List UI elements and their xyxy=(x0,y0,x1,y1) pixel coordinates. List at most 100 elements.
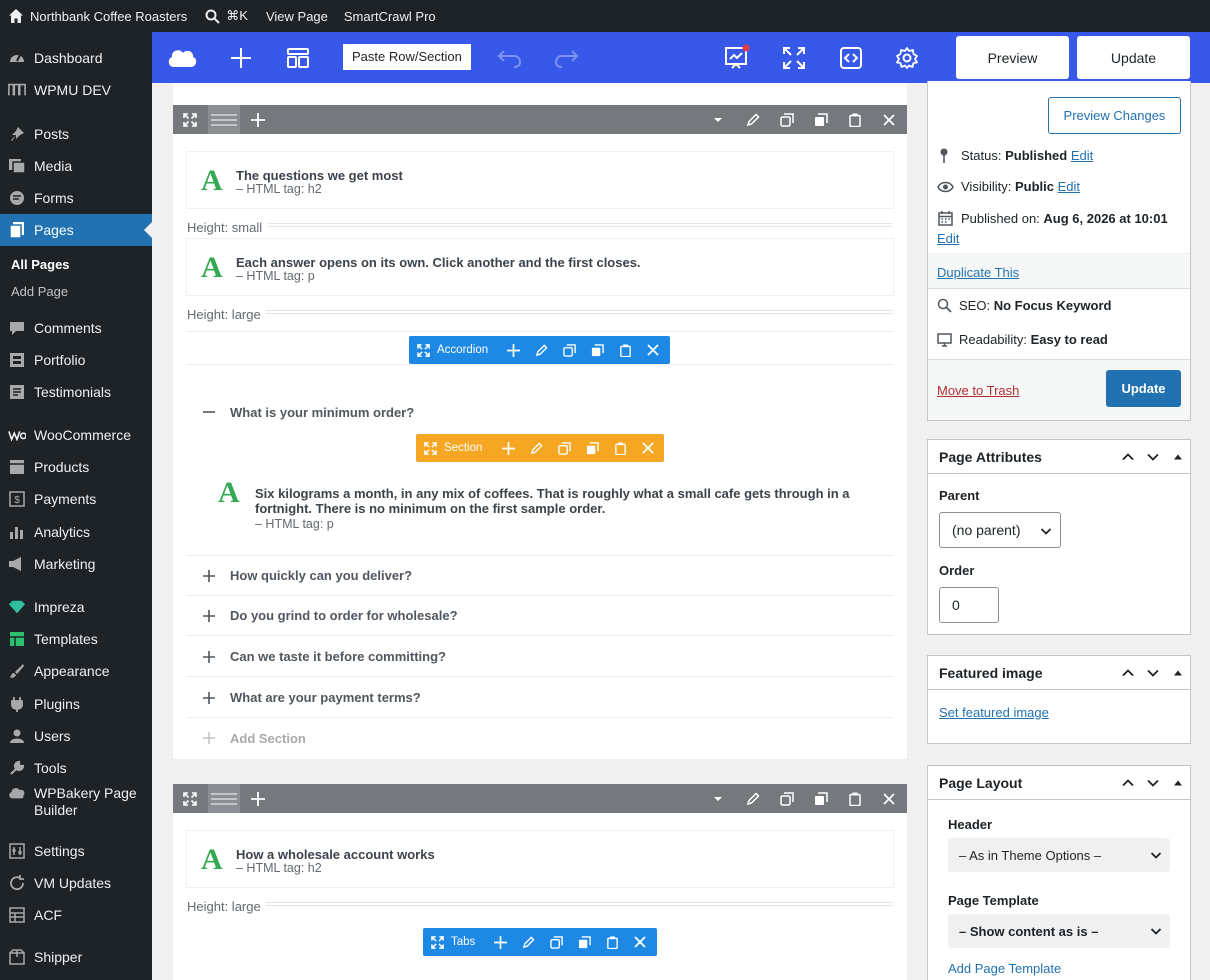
paste-accordion-icon[interactable] xyxy=(611,336,639,364)
answer-text-element[interactable]: A Six kilograms a month, in any mix of c… xyxy=(206,476,876,540)
move-up-icon[interactable] xyxy=(1121,776,1135,790)
toggle-row-icon[interactable] xyxy=(703,784,733,813)
custom-heading-element[interactable]: A How a wholesale account works – HTML t… xyxy=(187,831,893,887)
paste-row-icon[interactable] xyxy=(840,105,870,134)
toggle-row-icon[interactable] xyxy=(703,105,733,134)
edit-visibility-link[interactable]: Edit xyxy=(1058,179,1080,194)
add-element-in-section-icon[interactable] xyxy=(494,434,522,462)
copy-row-icon[interactable] xyxy=(806,105,836,134)
update-publish-button[interactable]: Update xyxy=(1106,370,1181,407)
sidebar-item-posts[interactable]: Posts xyxy=(0,118,152,150)
sidebar-item-tools[interactable]: Tools xyxy=(0,752,152,784)
clone-accordion-icon[interactable] xyxy=(555,336,583,364)
sidebar-item-plugins[interactable]: Plugins xyxy=(0,688,152,720)
sidebar-item-users[interactable]: Users xyxy=(0,720,152,752)
submenu-all-pages[interactable]: All Pages xyxy=(11,257,70,272)
undo-icon[interactable] xyxy=(494,42,526,74)
move-up-icon[interactable] xyxy=(1121,450,1135,464)
accordion-section-header[interactable]: What are your payment terms? xyxy=(187,678,893,718)
move-row-icon[interactable] xyxy=(175,105,205,134)
view-page-link[interactable]: View Page xyxy=(259,0,335,32)
preview-button[interactable]: Preview xyxy=(956,36,1069,79)
delete-accordion-icon[interactable] xyxy=(639,336,667,364)
sidebar-item-templates[interactable]: Templates xyxy=(0,623,152,655)
set-featured-image-link[interactable]: Set featured image xyxy=(939,705,1049,720)
sidebar-item-wpbakery-page-builder[interactable]: WPBakery Page Builder xyxy=(0,784,152,820)
sidebar-item-forms[interactable]: Forms xyxy=(0,182,152,214)
accordion-section-header[interactable]: How quickly can you deliver? xyxy=(187,556,893,596)
add-element-icon[interactable] xyxy=(225,42,257,74)
edit-section-icon[interactable] xyxy=(522,434,550,462)
edit-status-link[interactable]: Edit xyxy=(1071,148,1093,163)
move-down-icon[interactable] xyxy=(1146,450,1160,464)
edit-accordion-icon[interactable] xyxy=(527,336,555,364)
sidebar-item-portfolio[interactable]: Portfolio xyxy=(0,344,152,376)
row-layout-icon[interactable] xyxy=(208,105,240,134)
copy-row-icon[interactable] xyxy=(806,784,836,813)
move-accordion-icon[interactable] xyxy=(409,336,437,364)
sidebar-item-settings[interactable]: Settings xyxy=(0,835,152,867)
add-section-button[interactable]: Add Section xyxy=(187,718,893,758)
accordion-section-header[interactable]: Do you grind to order for wholesale? xyxy=(187,596,893,636)
paste-row-icon[interactable] xyxy=(840,784,870,813)
templates-icon[interactable] xyxy=(282,42,314,74)
edit-date-link[interactable]: Edit xyxy=(937,231,959,246)
code-icon[interactable] xyxy=(835,42,867,74)
site-name-link[interactable]: Northbank Coffee Roasters xyxy=(0,0,194,32)
gear-icon[interactable] xyxy=(891,42,923,74)
collapse-triangle-icon[interactable] xyxy=(1172,450,1186,464)
sidebar-item-shipper[interactable]: Shipper xyxy=(0,941,152,973)
sidebar-item-acf[interactable]: ACF xyxy=(0,899,152,931)
page-layout-header[interactable]: Page Layout xyxy=(928,766,1190,800)
delete-row-icon[interactable] xyxy=(874,105,904,134)
sidebar-item-woocommerce[interactable]: WooCommerce xyxy=(0,419,152,451)
sidebar-item-dashboard[interactable]: Dashboard xyxy=(0,42,152,74)
sidebar-item-testimonials[interactable]: Testimonials xyxy=(0,376,152,408)
clone-row-icon[interactable] xyxy=(772,784,802,813)
smartcrawl-link[interactable]: SmartCrawl Pro xyxy=(337,0,443,32)
duplicate-link[interactable]: Duplicate This xyxy=(937,265,1019,280)
move-down-icon[interactable] xyxy=(1146,666,1160,680)
sidebar-item-media[interactable]: Media xyxy=(0,150,152,182)
paste-section-icon[interactable] xyxy=(606,434,634,462)
copy-tabs-icon[interactable] xyxy=(570,928,598,956)
move-to-trash-link[interactable]: Move to Trash xyxy=(937,383,1019,398)
search-shortcut[interactable]: ⌘K xyxy=(198,0,255,32)
seo-chart-icon[interactable] xyxy=(721,42,753,74)
clone-row-icon[interactable] xyxy=(772,105,802,134)
paste-tabs-icon[interactable] xyxy=(598,928,626,956)
move-up-icon[interactable] xyxy=(1121,666,1135,680)
sidebar-item-impreza[interactable]: Impreza xyxy=(0,591,152,623)
add-column-icon[interactable] xyxy=(243,784,273,813)
delete-section-icon[interactable] xyxy=(634,434,662,462)
edit-row-icon[interactable] xyxy=(738,105,768,134)
sidebar-item-pages[interactable]: Pages xyxy=(0,214,152,246)
add-section-icon[interactable] xyxy=(499,336,527,364)
cloud-logo-icon[interactable] xyxy=(166,42,198,74)
parent-select[interactable]: (no parent) xyxy=(939,512,1061,548)
redo-icon[interactable] xyxy=(550,42,582,74)
edit-row-icon[interactable] xyxy=(738,784,768,813)
featured-image-header[interactable]: Featured image xyxy=(928,656,1190,690)
sidebar-item-analytics[interactable]: Analytics xyxy=(0,516,152,548)
move-tabs-icon[interactable] xyxy=(423,928,451,956)
sidebar-item-products[interactable]: Products xyxy=(0,451,152,483)
sidebar-item-payments[interactable]: $ Payments xyxy=(0,483,152,515)
sidebar-item-appearance[interactable]: Appearance xyxy=(0,655,152,687)
page-template-select[interactable]: – Show content as is – xyxy=(948,914,1170,948)
custom-heading-element[interactable]: A The questions we get most – HTML tag: … xyxy=(187,152,893,208)
sidebar-item-marketing[interactable]: Marketing xyxy=(0,548,152,580)
header-select[interactable]: – As in Theme Options – xyxy=(948,838,1170,872)
move-section-icon[interactable] xyxy=(416,434,444,462)
delete-row-icon[interactable] xyxy=(874,784,904,813)
accordion-section-header[interactable]: What is your minimum order? xyxy=(187,392,893,432)
collapse-triangle-icon[interactable] xyxy=(1172,666,1186,680)
custom-text-element[interactable]: A Each answer opens on its own. Click an… xyxy=(187,239,893,295)
move-row-icon[interactable] xyxy=(175,784,205,813)
order-input[interactable]: 0 xyxy=(939,587,999,623)
sidebar-item-comments[interactable]: Comments xyxy=(0,312,152,344)
page-attributes-header[interactable]: Page Attributes xyxy=(928,440,1190,474)
copy-section-icon[interactable] xyxy=(578,434,606,462)
move-down-icon[interactable] xyxy=(1146,776,1160,790)
collapse-triangle-icon[interactable] xyxy=(1172,776,1186,790)
